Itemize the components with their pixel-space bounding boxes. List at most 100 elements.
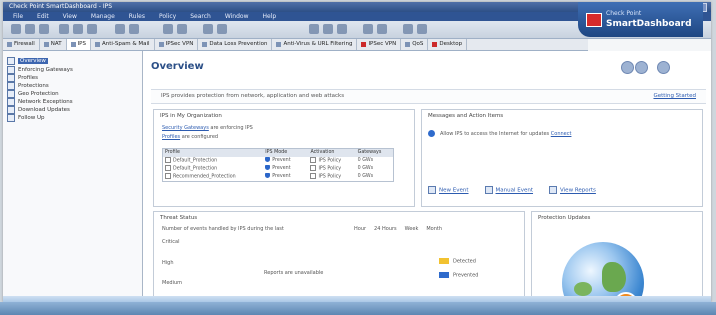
monitor-icon[interactable]	[377, 24, 387, 34]
menu-item-search[interactable]: Search	[190, 12, 211, 21]
prevented-swatch	[439, 272, 449, 278]
back-icon[interactable]	[621, 61, 634, 74]
manual-event-link[interactable]: Manual Event	[484, 186, 533, 194]
menu-item-view[interactable]: View	[63, 12, 77, 21]
time-filter: Hour 24 Hours Week Month	[354, 226, 442, 232]
menu-item-help[interactable]: Help	[263, 12, 277, 21]
tab-desktop[interactable]: Desktop	[428, 39, 468, 50]
view-reports-link[interactable]: View Reports	[549, 186, 596, 194]
view-icon[interactable]	[417, 24, 427, 34]
print-icon[interactable]	[39, 24, 49, 34]
sidebar-item-network-exceptions[interactable]: Network Exceptions	[7, 98, 73, 106]
menu-item-edit[interactable]: Edit	[37, 12, 49, 21]
sidebar-item-geo-protection[interactable]: Geo Protection	[7, 90, 59, 98]
threat-subtitle: Number of events handled by IPS during t…	[162, 226, 284, 232]
profiles-link[interactable]: Profiles	[162, 134, 180, 140]
desktop-icon	[432, 42, 438, 47]
ips-icon	[70, 42, 76, 47]
description-bar: IPS provides protection from network, ap…	[151, 89, 706, 104]
getting-started-link[interactable]: Getting Started	[653, 93, 696, 99]
profile-icon	[165, 157, 171, 163]
download-icon	[7, 106, 15, 114]
install-policy-icon[interactable]	[115, 24, 125, 34]
event-icon	[428, 186, 436, 194]
profile-icon	[165, 173, 171, 179]
connect-link[interactable]: Connect	[551, 131, 572, 137]
threat-status-panel: Threat Status Number of events handled b…	[153, 211, 525, 302]
tab-qos[interactable]: QoS	[401, 39, 429, 50]
severity-medium: Medium	[162, 280, 182, 286]
flag-icon	[7, 114, 15, 122]
tab-dlp[interactable]: Data Loss Prevention	[198, 39, 273, 50]
sidebar-item-download-updates[interactable]: Download Updates	[7, 106, 70, 114]
manual-icon	[484, 186, 493, 194]
firewall-icon	[7, 42, 12, 47]
menu-item-rules[interactable]: Rules	[129, 12, 145, 21]
forward-icon[interactable]	[635, 61, 648, 74]
sidebar-item-follow-up[interactable]: Follow Up	[7, 114, 45, 122]
severity-critical: Critical	[162, 239, 180, 245]
network-icon[interactable]	[337, 24, 347, 34]
layout-icon[interactable]	[403, 24, 413, 34]
paste-icon[interactable]	[87, 24, 97, 34]
sidebar-item-profiles[interactable]: Profiles	[7, 74, 38, 82]
shield-icon	[265, 157, 271, 162]
search-icon[interactable]	[163, 24, 173, 34]
main-content: Overview IPS provides protection from ne…	[143, 51, 711, 302]
open-icon[interactable]	[11, 24, 21, 34]
menu-item-manage[interactable]: Manage	[91, 12, 115, 21]
filter-month[interactable]: Month	[426, 226, 442, 232]
mail-icon	[95, 42, 100, 47]
tab-ipsec[interactable]: IPSec VPN	[357, 39, 402, 50]
menu-item-window[interactable]: Window	[225, 12, 249, 21]
detected-swatch	[439, 258, 449, 264]
profile-icon	[165, 165, 171, 171]
save-icon[interactable]	[25, 24, 35, 34]
globe-icon	[562, 242, 644, 302]
sidebar-item-overview[interactable]: Overview	[7, 57, 48, 65]
ips-in-my-organization-panel: IPS in My Organization Security Gateways…	[153, 109, 415, 207]
filter-week[interactable]: Week	[405, 226, 419, 232]
cut-icon[interactable]	[59, 24, 69, 34]
report-icon	[549, 186, 558, 194]
tab-antivirus[interactable]: Anti-Virus & URL Filtering	[272, 39, 358, 50]
tab-firewall[interactable]: Firewall	[3, 39, 40, 50]
new-event-link[interactable]: New Event	[428, 186, 469, 194]
help-icon[interactable]	[657, 61, 670, 74]
brand-logo: Check Point SmartDashboard	[578, 2, 703, 37]
overview-icon	[7, 57, 15, 65]
filter-icon[interactable]	[177, 24, 187, 34]
gateway-icon[interactable]	[309, 24, 319, 34]
ipsec-icon	[361, 42, 367, 47]
application-window: Check Point SmartDashboard - IPS File Ed…	[3, 2, 711, 302]
filter-24-hours[interactable]: 24 Hours	[374, 226, 397, 232]
menu-item-policy[interactable]: Policy	[159, 12, 176, 21]
checkbox-icon	[310, 165, 317, 171]
tab-nat[interactable]: NAT	[40, 39, 67, 50]
menu-item-file[interactable]: File	[13, 12, 23, 21]
table-header: Profile IPS Mode Activation Gateways	[163, 149, 393, 157]
sidebar-item-enforcing-gateways[interactable]: Enforcing Gateways	[7, 66, 73, 74]
filter-hour[interactable]: Hour	[354, 226, 366, 232]
checkbox-icon	[310, 173, 317, 179]
table-row[interactable]: Recommended_Protection Prevent IPS Polic…	[163, 173, 393, 181]
verify-icon[interactable]	[129, 24, 139, 34]
security-gateways-link[interactable]: Security Gateways	[162, 125, 209, 131]
users-icon[interactable]	[217, 24, 227, 34]
brand-company: Check Point	[606, 10, 642, 17]
table-row[interactable]: Default_Protection Prevent IPS Policy 0 …	[163, 165, 393, 173]
log-icon[interactable]	[363, 24, 373, 34]
checkpoint-logo-icon	[586, 13, 602, 27]
globe-icon	[7, 90, 15, 98]
update-message: Allow IPS to access the Internet for upd…	[440, 131, 572, 137]
network-objects-icon[interactable]	[203, 24, 213, 34]
copy-icon[interactable]	[73, 24, 83, 34]
navigation-tree: Overview Enforcing Gateways Profiles Pro…	[3, 51, 143, 302]
tab-ipsec-vpn[interactable]: IPSec VPN	[155, 39, 199, 50]
tab-anti-spam[interactable]: Anti-Spam & Mail	[91, 39, 155, 50]
tab-ips[interactable]: IPS	[66, 39, 91, 50]
table-row[interactable]: Default_Protection Prevent IPS Policy 0 …	[163, 157, 393, 165]
host-icon[interactable]	[323, 24, 333, 34]
sidebar-item-protections[interactable]: Protections	[7, 82, 49, 90]
vpn-icon	[158, 42, 164, 47]
